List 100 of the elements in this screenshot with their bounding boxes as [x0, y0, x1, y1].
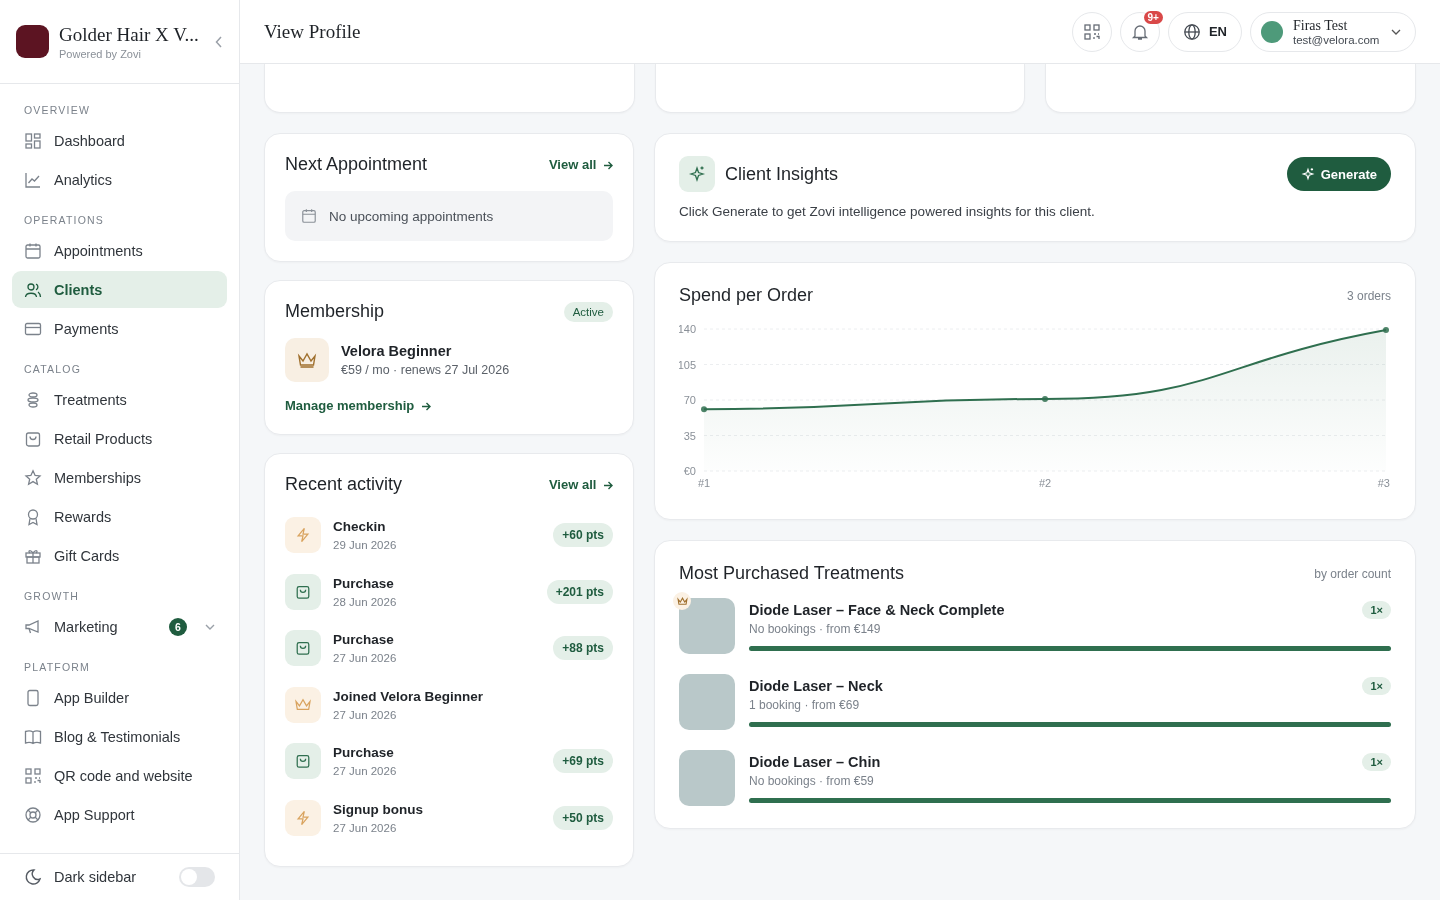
section-heading: CATALOG: [23, 362, 83, 377]
insights-description: Click Generate to get Zovi intelligence powered insights for this client.: [679, 204, 1096, 219]
plan-details: €59 / mo · renews 27 Jul 2026: [341, 363, 510, 377]
activity-title: Purchase: [333, 745, 395, 761]
count-badge: 6: [169, 617, 187, 636]
sidebar-item[interactable]: Rewards: [12, 498, 227, 535]
y-axis-label: 35: [683, 429, 696, 442]
notification-badge: 9+: [1143, 10, 1163, 24]
points-badge: +60 pts: [553, 523, 613, 548]
megaphone-icon: [24, 617, 42, 636]
section-heading: OPERATIONS: [23, 213, 106, 228]
y-axis-label: 140: [679, 323, 696, 335]
status-badge: Active: [563, 301, 613, 322]
crown-icon: [285, 686, 321, 723]
activity-title: Joined Velora Beginner: [333, 688, 485, 704]
activity-title: Purchase: [333, 575, 395, 591]
section-heading: OVERVIEW: [23, 103, 91, 118]
activity-date: 27 Jun 2026: [333, 821, 398, 834]
manage-membership-link[interactable]: Manage membership: [285, 398, 431, 413]
card-title: Membership: [285, 301, 385, 322]
activity-date: 29 Jun 2026: [333, 539, 398, 552]
lightning-icon: [285, 517, 321, 554]
sidebar-item[interactable]: App Builder: [12, 679, 227, 716]
user-menu-button[interactable]: Firas Test test@velora.com: [1250, 11, 1416, 52]
sidebar-item[interactable]: Analytics: [12, 161, 227, 198]
activity-title: Signup bonus: [333, 801, 424, 817]
brand-subtitle: Powered by Zovi: [59, 47, 142, 60]
bag-icon: [285, 573, 321, 610]
activity-title: Purchase: [333, 632, 395, 648]
x-axis-label: #2: [1038, 477, 1052, 489]
view-all-link[interactable]: View all: [548, 157, 613, 172]
grid-icon: [24, 131, 42, 150]
sidebar-item[interactable]: Memberships: [12, 459, 227, 496]
treatment-details: No bookings · from €149: [749, 622, 882, 636]
chevron-down-icon[interactable]: [205, 623, 215, 630]
sidebar-item[interactable]: Marketing 6: [12, 608, 227, 645]
card-title: Recent activity: [285, 474, 403, 495]
book-icon: [24, 727, 42, 746]
treatment-name: Diode Laser – Neck: [749, 678, 883, 694]
sidebar-item[interactable]: Payments: [12, 310, 227, 347]
avatar-icon: [1261, 20, 1283, 43]
arrow-right-icon: [603, 481, 613, 491]
sort-label: by order count: [1314, 566, 1391, 581]
bag-icon: [24, 429, 42, 448]
card-title: Most Purchased Treatments: [679, 563, 905, 584]
calendar-icon: [301, 208, 317, 224]
treatment-details: 1 booking · from €69: [749, 698, 861, 712]
star-icon: [24, 468, 42, 487]
users-icon: [24, 280, 42, 299]
generate-button[interactable]: Generate: [1286, 157, 1391, 191]
qr-code-icon: [1082, 22, 1101, 41]
globe-icon: [1182, 22, 1201, 41]
plan-name: Velora Beginner: [341, 343, 453, 359]
bag-icon: [285, 743, 321, 780]
sidebar-item[interactable]: App Support: [12, 796, 227, 833]
sidebar-item[interactable]: Treatments: [12, 381, 227, 418]
sidebar-item[interactable]: QR code and website: [12, 757, 227, 794]
activity-date: 27 Jun 2026: [333, 708, 398, 721]
data-point: [1042, 396, 1048, 402]
chevron-down-icon: [1391, 28, 1401, 35]
sparkle-icon: [679, 156, 715, 192]
sidebar-item[interactable]: Appointments: [12, 232, 227, 269]
data-point: [1383, 327, 1389, 333]
crown-icon: [673, 592, 691, 610]
y-axis-label: 70: [683, 394, 696, 406]
activity-date: 27 Jun 2026: [333, 652, 398, 665]
brand-name: Golder Hair X V...: [59, 23, 200, 46]
section-heading: GROWTH: [23, 589, 81, 604]
y-axis-label: 105: [679, 358, 696, 371]
view-all-link[interactable]: View all: [548, 477, 613, 492]
points-badge: +201 pts: [546, 579, 613, 604]
activity-date: 27 Jun 2026: [333, 765, 398, 778]
dark-sidebar-toggle[interactable]: [179, 867, 215, 887]
treatment-details: No bookings · from €59: [749, 774, 875, 788]
notifications-button[interactable]: 9+: [1119, 11, 1160, 52]
count-badge: 1×: [1362, 753, 1391, 771]
language-button[interactable]: EN: [1167, 11, 1242, 52]
sidebar-item[interactable]: Clients: [12, 271, 227, 308]
crown-icon: [285, 338, 329, 382]
data-point: [701, 406, 707, 413]
sidebar-item[interactable]: Gift Cards: [12, 537, 227, 574]
sidebar-item[interactable]: Dashboard: [12, 122, 227, 159]
empty-message: No upcoming appointments: [329, 208, 494, 224]
treatment-name: Diode Laser – Face & Neck Complete: [749, 602, 1005, 618]
collapse-chevron-icon[interactable]: [215, 35, 223, 48]
qr-icon: [24, 766, 42, 785]
sparkle-icon: [1300, 167, 1315, 181]
count-badge: 1×: [1362, 677, 1391, 695]
x-axis-label: #1: [698, 477, 711, 489]
dark-sidebar-label: Dark sidebar: [54, 869, 138, 885]
phone-icon: [24, 688, 42, 707]
bell-icon: [1130, 22, 1149, 41]
activity-date: 28 Jun 2026: [333, 595, 398, 608]
treatment-name: Diode Laser – Chin: [749, 754, 881, 770]
sidebar-item[interactable]: Retail Products: [12, 420, 227, 457]
y-axis-label: €0: [683, 465, 696, 477]
card-title: Client Insights: [725, 163, 839, 185]
sidebar-item[interactable]: Blog & Testimonials: [12, 718, 227, 755]
card-title: Next Appointment: [285, 154, 428, 175]
calendar-icon: [24, 241, 42, 260]
